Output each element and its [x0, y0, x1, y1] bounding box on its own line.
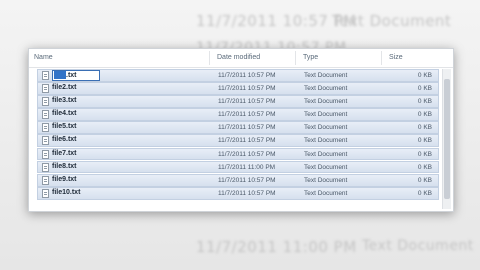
- rename-selection: [54, 71, 66, 80]
- file-size: 0 KB: [417, 176, 432, 184]
- file-size: 0 KB: [417, 98, 432, 106]
- column-header-row: Name Date modified Type Size: [29, 49, 453, 68]
- file-type: Text Document: [304, 85, 348, 93]
- file-name: file3.txt: [52, 97, 77, 105]
- file-row[interactable]: file4.txt 11/7/2011 10:57 PM Text Docume…: [37, 108, 439, 122]
- file-type: Text Document: [304, 98, 348, 106]
- column-header-date[interactable]: Date modified: [217, 54, 260, 61]
- file-date: 11/7/2011 10:57 PM: [218, 85, 276, 93]
- file-type: Text Document: [304, 189, 348, 197]
- file-list-window: Name Date modified Type Size .txt 11/7/2…: [28, 48, 454, 212]
- file-size: 0 KB: [417, 124, 432, 132]
- rename-input[interactable]: .txt: [52, 70, 100, 81]
- file-date: 11/7/2011 10:57 PM: [218, 72, 276, 79]
- file-type: Text Document: [304, 111, 348, 119]
- file-type: Text Document: [304, 150, 348, 158]
- column-divider[interactable]: [209, 51, 210, 65]
- vertical-scrollbar[interactable]: [442, 69, 451, 209]
- text-file-icon: [42, 175, 49, 185]
- text-file-icon: [42, 136, 49, 146]
- file-name: file6.txt: [52, 136, 77, 144]
- file-row[interactable]: file5.txt 11/7/2011 10:57 PM Text Docume…: [37, 121, 439, 135]
- file-rows: .txt 11/7/2011 10:57 PM Text Document 0 …: [37, 69, 439, 200]
- file-row[interactable]: file6.txt 11/7/2011 10:57 PM Text Docume…: [37, 134, 439, 148]
- file-name: file2.txt: [52, 84, 77, 92]
- file-size: 0 KB: [417, 163, 432, 171]
- file-row[interactable]: file3.txt 11/7/2011 10:57 PM Text Docume…: [37, 95, 439, 108]
- file-name: file7.txt: [52, 149, 77, 157]
- file-size: 0 KB: [417, 85, 432, 93]
- column-header-type[interactable]: Type: [303, 54, 318, 61]
- rename-extension: .txt: [66, 72, 77, 79]
- column-header-size[interactable]: Size: [389, 54, 403, 61]
- file-size: 0 KB: [417, 72, 432, 79]
- file-row[interactable]: file9.txt 11/7/2011 10:57 PM Text Docume…: [37, 173, 439, 187]
- text-file-icon: [42, 149, 49, 159]
- file-date: 11/7/2011 10:57 PM: [218, 176, 276, 184]
- file-type: Text Document: [304, 72, 348, 79]
- text-file-icon: [42, 110, 49, 120]
- file-date: 11/7/2011 10:57 PM: [218, 98, 276, 106]
- file-date: 11/7/2011 11:00 PM: [218, 163, 276, 171]
- file-row[interactable]: file10.txt 11/7/2011 10:57 PM Text Docum…: [37, 186, 439, 200]
- file-name: file9.txt: [52, 175, 77, 183]
- file-type: Text Document: [304, 163, 348, 171]
- file-name: file8.txt: [52, 162, 77, 170]
- column-divider[interactable]: [295, 51, 296, 65]
- background-type-top: Text Document: [332, 12, 452, 30]
- scrollbar-thumb[interactable]: [444, 79, 450, 199]
- file-date: 11/7/2011 10:57 PM: [218, 150, 276, 158]
- file-name: file10.txt: [52, 188, 81, 196]
- text-file-icon: [42, 123, 49, 133]
- background-date-bottom: 11/7/2011 11:00 PM: [196, 238, 357, 256]
- file-size: 0 KB: [417, 189, 432, 197]
- file-date: 11/7/2011 10:57 PM: [218, 111, 276, 119]
- file-size: 0 KB: [417, 150, 432, 158]
- text-file-icon: [42, 97, 49, 107]
- file-date: 11/7/2011 10:57 PM: [218, 189, 276, 197]
- file-row[interactable]: file7.txt 11/7/2011 10:57 PM Text Docume…: [37, 147, 439, 161]
- column-header-name[interactable]: Name: [34, 54, 53, 61]
- text-file-icon: [42, 188, 49, 198]
- file-size: 0 KB: [417, 111, 432, 119]
- file-row[interactable]: file8.txt 11/7/2011 11:00 PM Text Docume…: [37, 160, 439, 174]
- background-type-bottom: Text Document: [362, 238, 474, 254]
- file-name: file5.txt: [52, 123, 77, 131]
- file-name: file4.txt: [52, 110, 77, 118]
- file-type: Text Document: [304, 176, 348, 184]
- file-type: Text Document: [304, 137, 348, 145]
- file-row[interactable]: .txt 11/7/2011 10:57 PM Text Document 0 …: [37, 69, 439, 82]
- text-file-icon: [42, 71, 49, 80]
- file-type: Text Document: [304, 124, 348, 132]
- column-divider[interactable]: [381, 51, 382, 65]
- file-date: 11/7/2011 10:57 PM: [218, 137, 276, 145]
- text-file-icon: [42, 162, 49, 172]
- file-date: 11/7/2011 10:57 PM: [218, 124, 276, 132]
- text-file-icon: [42, 84, 49, 94]
- file-size: 0 KB: [417, 137, 432, 145]
- file-row[interactable]: file2.txt 11/7/2011 10:57 PM Text Docume…: [37, 82, 439, 95]
